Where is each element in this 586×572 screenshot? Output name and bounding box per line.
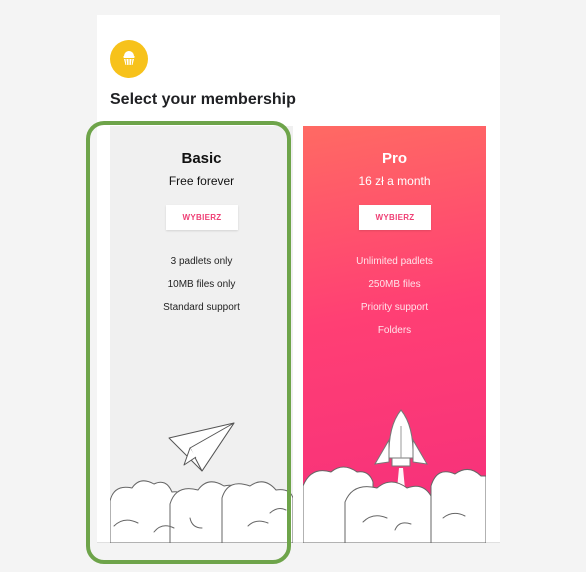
plan-pro: Pro 16 zł a month WYBIERZ Unlimited padl… xyxy=(303,126,486,543)
page-title: Select your membership xyxy=(110,91,296,108)
selection-highlight xyxy=(86,121,291,564)
clouds-icon xyxy=(303,466,486,543)
rocket-icon xyxy=(303,409,486,543)
muffin-icon xyxy=(110,40,148,78)
